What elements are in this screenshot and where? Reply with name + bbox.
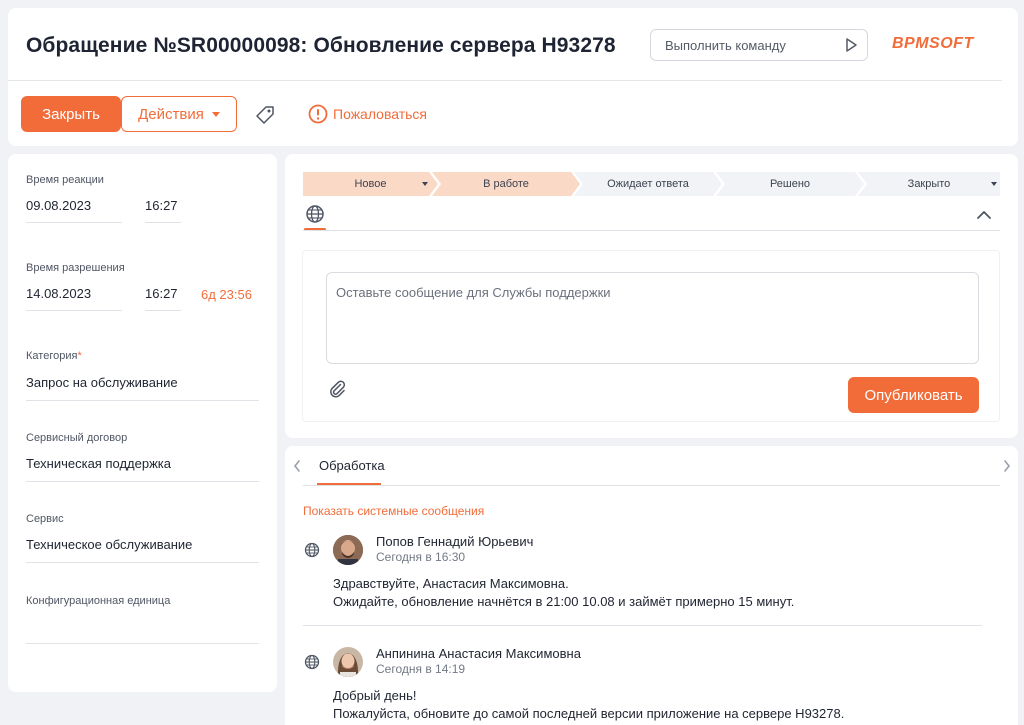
actions-dropdown-button[interactable]: Действия [121, 96, 237, 132]
message-input[interactable]: Оставьте сообщение для Службы поддержки [326, 272, 979, 364]
close-button[interactable]: Закрыть [21, 96, 121, 132]
page-header: Обращение №SR00000098: Обновление сервер… [8, 8, 1018, 146]
post-time: Сегодня в 14:19 [376, 662, 466, 676]
communication-panel: Новое В работе Ожидает ответа Решено Зак… [285, 154, 1018, 438]
reaction-time-label: Время реакции [26, 174, 104, 186]
resolution-time-label: Время разрешения [26, 262, 125, 274]
chevron-left-icon[interactable] [293, 460, 301, 472]
chevron-down-icon[interactable] [991, 182, 997, 186]
service-label: Сервис [26, 513, 64, 525]
paperclip-icon[interactable] [327, 378, 347, 398]
resolution-remaining: 6д 23:56 [201, 287, 252, 302]
required-marker: * [77, 350, 82, 362]
post-divider [303, 625, 982, 626]
category-field[interactable]: Запрос на обслуживание [26, 375, 178, 390]
command-placeholder: Выполнить команду [665, 37, 786, 53]
globe-icon[interactable] [305, 204, 325, 224]
stage-resolved[interactable]: Решено [716, 172, 864, 196]
play-icon[interactable] [843, 37, 859, 53]
post-time: Сегодня в 16:30 [376, 550, 466, 564]
publish-button[interactable]: Опубликовать [848, 377, 979, 413]
config-item-label: Конфигурационная единица [26, 595, 171, 607]
service-field[interactable]: Техническое обслуживание [26, 537, 192, 552]
post-author[interactable]: Анпинина Анастасия Максимовна [376, 646, 581, 661]
service-contract-field[interactable]: Техническая поддержка [26, 456, 171, 471]
service-contract-label: Сервисный договор [26, 432, 128, 444]
stage-bar: Новое В работе Ожидает ответа Решено Зак… [303, 172, 1000, 196]
chevron-down-icon[interactable] [422, 182, 428, 186]
tag-icon[interactable] [255, 105, 275, 125]
globe-icon [304, 542, 320, 558]
feed-panel: Обработка Показать системные сообщения П… [285, 446, 1018, 725]
complain-label: Пожаловаться [333, 106, 428, 122]
post-body: Добрый день! Пожалуйста, обновите до сам… [333, 688, 845, 721]
complain-button[interactable]: Пожаловаться [308, 104, 427, 124]
message-composer: Оставьте сообщение для Службы поддержки … [302, 250, 1000, 422]
chevron-up-icon[interactable] [977, 210, 991, 220]
bpmsoft-logo: BPMSOFT [892, 35, 974, 52]
tab-processing[interactable]: Обработка [319, 458, 385, 473]
post-body: Здравствуйте, Анастасия Максимовна. Ожид… [333, 576, 795, 609]
reaction-date-field[interactable]: 09.08.2023 [26, 198, 91, 213]
stage-closed[interactable]: Закрыто [858, 172, 1000, 196]
stage-in-progress[interactable]: В работе [432, 172, 580, 196]
stage-awaiting-reply[interactable]: Ожидает ответа [574, 172, 722, 196]
resolution-time-field[interactable]: 16:27 [145, 286, 178, 301]
category-label: Категория* [26, 350, 82, 362]
header-divider [8, 80, 1002, 81]
chevron-right-icon[interactable] [1003, 460, 1011, 472]
caret-down-icon [211, 111, 220, 117]
reaction-time-field[interactable]: 16:27 [145, 198, 178, 213]
case-details-panel: Время реакции 09.08.2023 16:27 Время раз… [8, 154, 277, 692]
globe-icon [304, 654, 320, 670]
show-system-messages-link[interactable]: Показать системные сообщения [303, 504, 484, 518]
post-author[interactable]: Попов Геннадий Юрьевич [376, 534, 533, 549]
page-title: Обращение №SR00000098: Обновление сервер… [26, 34, 616, 57]
actions-label: Действия [138, 105, 204, 123]
command-input[interactable]: Выполнить команду [650, 29, 868, 61]
avatar[interactable] [333, 647, 363, 677]
stage-new[interactable]: Новое [303, 172, 438, 196]
resolution-date-field[interactable]: 14.08.2023 [26, 286, 91, 301]
avatar[interactable] [333, 535, 363, 565]
alert-circle-icon [308, 104, 328, 124]
